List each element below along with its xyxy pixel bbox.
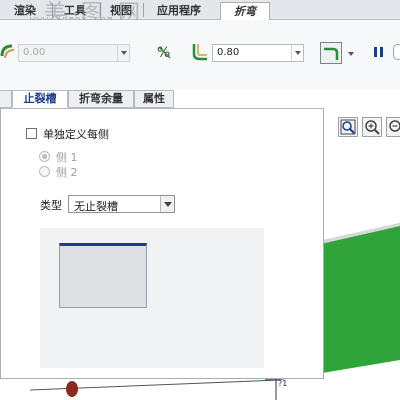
tab-applications[interactable]: 应用程序	[148, 2, 210, 20]
type-label: 类型	[40, 199, 62, 212]
side2-radio[interactable]	[39, 166, 50, 177]
zoom-fit-button[interactable]	[338, 117, 358, 137]
bend-direction-button[interactable]	[320, 42, 342, 64]
bend-toolbar: 0.00 % 0.80	[0, 20, 400, 90]
bend-direction-icon	[324, 47, 339, 60]
side2-label: 侧 2	[56, 166, 78, 179]
radius-field[interactable]: 0.80	[212, 44, 304, 62]
tab-bend[interactable]: 折弯	[220, 2, 270, 20]
bend-icon[interactable]	[0, 42, 16, 60]
pause-icon[interactable]	[372, 45, 386, 59]
dashboard-tab-bar: 止裂槽 折弯余量 属性	[0, 88, 175, 108]
chevron-down-icon[interactable]	[345, 44, 357, 62]
tab-properties[interactable]: 属性	[134, 90, 174, 108]
zoom-out-icon	[389, 120, 400, 132]
chevron-down-icon[interactable]	[117, 45, 129, 61]
define-each-side-checkbox[interactable]	[26, 128, 37, 139]
tab-relief[interactable]: 止裂槽	[12, 90, 68, 108]
length-value: 0.00	[23, 47, 46, 58]
tab-bend-allowance[interactable]: 折弯余量	[68, 90, 134, 108]
side1-label: 侧 1	[56, 151, 78, 164]
datum-label: ?1	[278, 379, 287, 388]
confirm-button[interactable]	[393, 44, 400, 60]
inner-radius-icon[interactable]	[190, 42, 208, 62]
zoom-in-icon	[365, 120, 380, 135]
part-feature	[66, 381, 78, 397]
zoom-in-button[interactable]	[362, 117, 382, 137]
length-field[interactable]: 0.00	[18, 44, 130, 62]
relief-type-select[interactable]: 无止裂槽	[68, 195, 175, 213]
radius-value: 0.80	[217, 47, 240, 58]
define-each-side-label: 单独定义每侧	[43, 128, 109, 141]
zoom-fit-icon	[340, 119, 356, 135]
relief-preview-image	[59, 243, 147, 308]
tab-placement[interactable]	[0, 90, 12, 108]
side1-radio[interactable]	[39, 151, 50, 162]
zoom-out-button[interactable]	[386, 117, 400, 137]
chevron-down-icon[interactable]	[291, 45, 303, 61]
chevron-down-icon[interactable]	[160, 196, 174, 212]
relief-type-value: 无止裂槽	[74, 200, 118, 213]
flip-icon[interactable]: %	[156, 43, 174, 61]
